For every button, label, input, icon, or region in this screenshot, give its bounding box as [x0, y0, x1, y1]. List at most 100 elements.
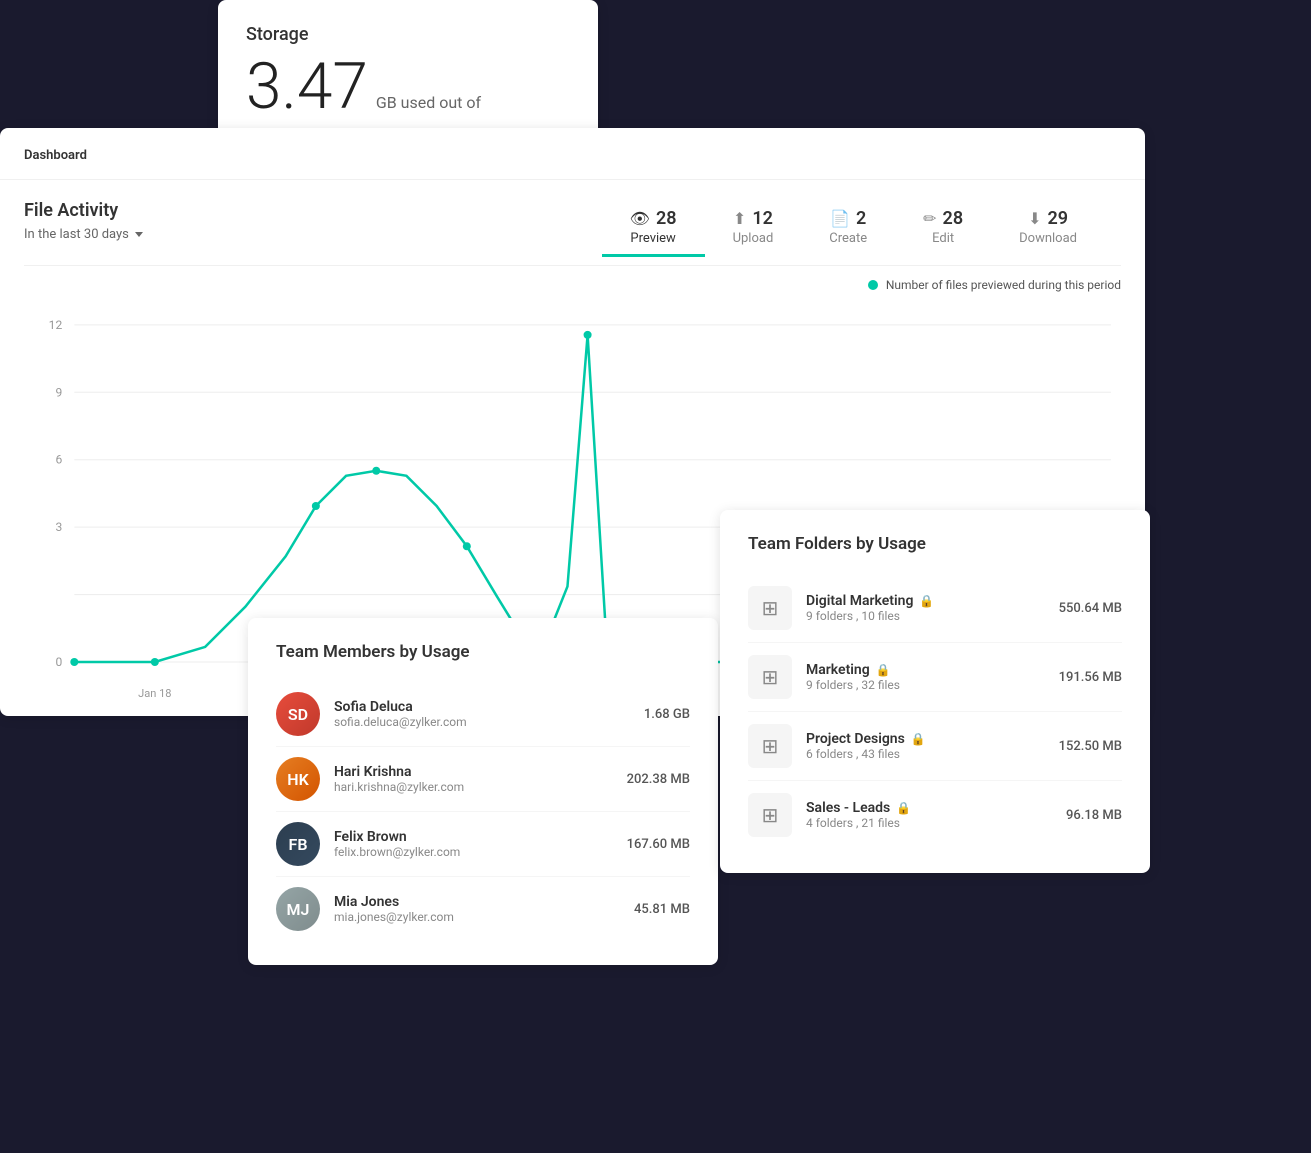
- folder-meta: 9 folders , 10 files: [806, 609, 1045, 623]
- folder-size: 191.56 MB: [1059, 670, 1122, 685]
- folders-list: ⊞ Digital Marketing 🔒 9 folders , 10 fil…: [748, 574, 1122, 849]
- folder-row: ⊞ Digital Marketing 🔒 9 folders , 10 fil…: [748, 574, 1122, 643]
- file-activity-subtitle[interactable]: In the last 30 days: [24, 227, 264, 242]
- folder-icon: ⊞: [762, 596, 779, 620]
- file-activity-left: File Activity In the last 30 days: [24, 200, 264, 257]
- tab-preview-label: Preview: [630, 231, 675, 246]
- chart-legend: Number of files previewed during this pe…: [0, 266, 1145, 296]
- svg-text:9: 9: [55, 385, 62, 399]
- tab-download-icon: ⬇: [1028, 209, 1041, 228]
- folder-icon: ⊞: [762, 665, 779, 689]
- legend-dot: [868, 280, 878, 290]
- member-name: Hari Krishna: [334, 764, 613, 780]
- tab-create-label: Create: [829, 231, 867, 246]
- chevron-down-icon: [135, 232, 143, 237]
- file-activity-section: File Activity In the last 30 days 👁 28 P…: [0, 180, 1145, 257]
- folder-icon: ⊞: [762, 803, 779, 827]
- folder-size: 152.50 MB: [1059, 739, 1122, 754]
- tab-upload-icon: ⬆: [733, 209, 746, 228]
- lock-icon: 🔒: [919, 594, 934, 608]
- folder-row: ⊞ Marketing 🔒 9 folders , 32 files 191.5…: [748, 643, 1122, 712]
- storage-unit: GB used out of: [376, 93, 481, 112]
- svg-text:12: 12: [49, 318, 63, 332]
- tab-edit[interactable]: ✏ 28 Edit: [895, 200, 991, 257]
- lock-icon: 🔒: [876, 663, 891, 677]
- member-email: hari.krishna@zylker.com: [334, 780, 613, 794]
- activity-tabs: 👁 28 Preview ⬆ 12 Upload 📄 2 Create ✏ 28…: [264, 200, 1121, 257]
- member-usage: 202.38 MB: [627, 772, 690, 787]
- member-info: Mia Jones mia.jones@zylker.com: [334, 894, 620, 924]
- tab-create[interactable]: 📄 2 Create: [801, 200, 895, 257]
- team-folders-panel: Team Folders by Usage ⊞ Digital Marketin…: [720, 510, 1150, 873]
- member-name: Sofia Deluca: [334, 699, 630, 715]
- member-avatar: FB: [276, 822, 320, 866]
- members-list: SD Sofia Deluca sofia.deluca@zylker.com …: [276, 682, 690, 941]
- storage-title: Storage: [246, 24, 570, 45]
- tab-edit-count: 28: [943, 208, 964, 229]
- tab-download[interactable]: ⬇ 29 Download: [991, 200, 1105, 257]
- folder-icon-box: ⊞: [748, 655, 792, 699]
- member-name: Mia Jones: [334, 894, 620, 910]
- member-name: Felix Brown: [334, 829, 613, 845]
- folder-icon-box: ⊞: [748, 793, 792, 837]
- folder-icon-box: ⊞: [748, 586, 792, 630]
- tab-download-count: 29: [1047, 208, 1068, 229]
- folder-name: Digital Marketing: [806, 593, 913, 609]
- team-members-panel: Team Members by Usage SD Sofia Deluca so…: [248, 618, 718, 965]
- member-email: sofia.deluca@zylker.com: [334, 715, 630, 729]
- folder-meta: 9 folders , 32 files: [806, 678, 1045, 692]
- tab-preview-count: 28: [656, 208, 677, 229]
- folder-row: ⊞ Sales - Leads 🔒 4 folders , 21 files 9…: [748, 781, 1122, 849]
- folder-info: Sales - Leads 🔒 4 folders , 21 files: [806, 800, 1052, 830]
- folder-name: Sales - Leads: [806, 800, 890, 816]
- member-avatar: MJ: [276, 887, 320, 931]
- member-row: FB Felix Brown felix.brown@zylker.com 16…: [276, 812, 690, 877]
- member-row: MJ Mia Jones mia.jones@zylker.com 45.81 …: [276, 877, 690, 941]
- tab-upload-count: 12: [752, 208, 773, 229]
- folder-size: 96.18 MB: [1066, 808, 1122, 823]
- lock-icon: 🔒: [896, 801, 911, 815]
- svg-text:0: 0: [55, 655, 62, 669]
- member-row: SD Sofia Deluca sofia.deluca@zylker.com …: [276, 682, 690, 747]
- member-usage: 167.60 MB: [627, 837, 690, 852]
- tab-upload-label: Upload: [733, 231, 774, 246]
- storage-value: 3.47: [246, 55, 368, 119]
- folder-row: ⊞ Project Designs 🔒 6 folders , 43 files…: [748, 712, 1122, 781]
- folder-size: 550.64 MB: [1059, 601, 1122, 616]
- member-avatar: SD: [276, 692, 320, 736]
- member-info: Sofia Deluca sofia.deluca@zylker.com: [334, 699, 630, 729]
- tab-preview-icon: 👁: [630, 209, 650, 228]
- team-members-title: Team Members by Usage: [276, 642, 690, 662]
- folder-icon: ⊞: [762, 734, 779, 758]
- member-email: mia.jones@zylker.com: [334, 910, 620, 924]
- svg-text:6: 6: [55, 453, 62, 467]
- folder-meta: 6 folders , 43 files: [806, 747, 1045, 761]
- tab-create-icon: 📄: [830, 209, 850, 228]
- svg-text:3: 3: [55, 520, 62, 534]
- tab-upload[interactable]: ⬆ 12 Upload: [705, 200, 802, 257]
- folder-meta: 4 folders , 21 files: [806, 816, 1052, 830]
- folder-name: Marketing: [806, 662, 870, 678]
- dashboard-nav-label: Dashboard: [24, 148, 87, 163]
- member-usage: 45.81 MB: [634, 902, 690, 917]
- member-info: Felix Brown felix.brown@zylker.com: [334, 829, 613, 859]
- folder-info: Digital Marketing 🔒 9 folders , 10 files: [806, 593, 1045, 623]
- member-avatar: HK: [276, 757, 320, 801]
- member-usage: 1.68 GB: [644, 707, 690, 722]
- tab-download-label: Download: [1019, 231, 1077, 246]
- dashboard-header: Dashboard: [0, 128, 1145, 180]
- folder-info: Project Designs 🔒 6 folders , 43 files: [806, 731, 1045, 761]
- member-row: HK Hari Krishna hari.krishna@zylker.com …: [276, 747, 690, 812]
- folder-info: Marketing 🔒 9 folders , 32 files: [806, 662, 1045, 692]
- folder-icon-box: ⊞: [748, 724, 792, 768]
- tab-preview[interactable]: 👁 28 Preview: [602, 200, 705, 257]
- member-email: felix.brown@zylker.com: [334, 845, 613, 859]
- folder-name: Project Designs: [806, 731, 905, 747]
- member-info: Hari Krishna hari.krishna@zylker.com: [334, 764, 613, 794]
- lock-icon: 🔒: [911, 732, 926, 746]
- legend-label: Number of files previewed during this pe…: [886, 278, 1121, 292]
- file-activity-title: File Activity: [24, 200, 264, 221]
- tab-edit-label: Edit: [932, 231, 954, 246]
- tab-create-count: 2: [856, 208, 866, 229]
- svg-text:Jan 18: Jan 18: [138, 687, 171, 700]
